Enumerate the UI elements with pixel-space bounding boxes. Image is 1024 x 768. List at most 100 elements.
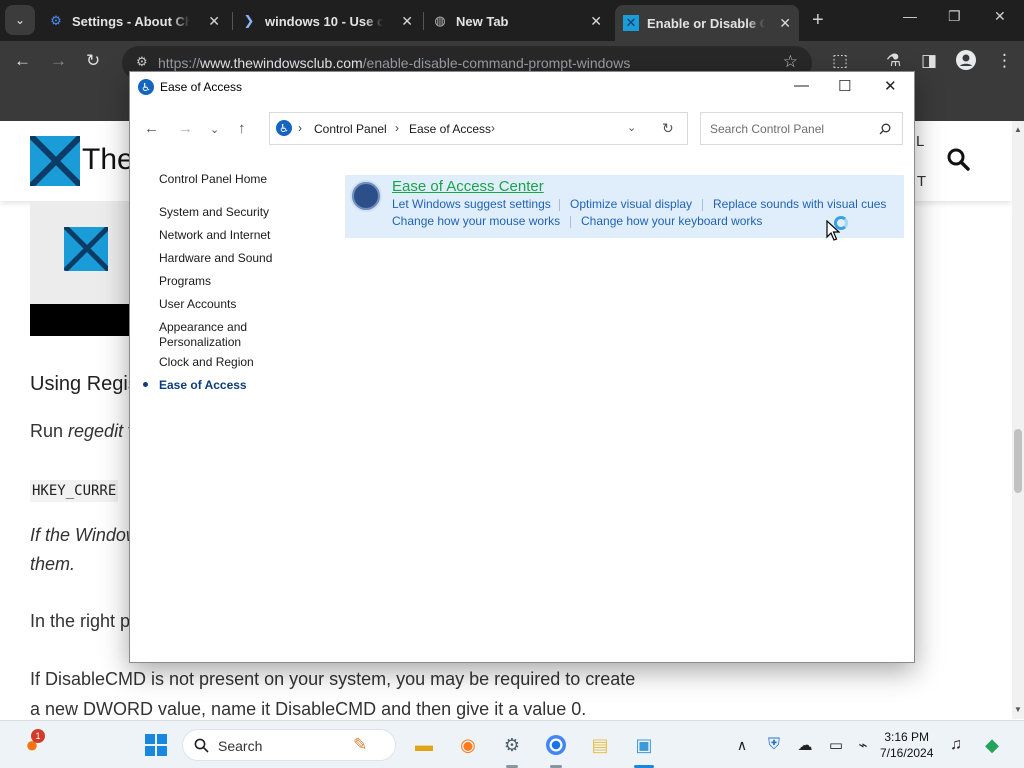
window-close-button[interactable]: ✕ — [884, 77, 897, 95]
recent-locations-chevron-icon[interactable]: ⌄ — [210, 123, 219, 136]
back-arrow-icon[interactable]: ← — [14, 51, 31, 71]
file-explorer-icon[interactable]: ▬ — [412, 733, 436, 757]
page-scrollbar[interactable]: ▲ ▼ — [1012, 121, 1024, 719]
start-windows-icon[interactable] — [145, 734, 167, 756]
article-paragraph: In the right p — [30, 611, 131, 631]
article-paragraph: If the Window — [30, 525, 139, 545]
browser-restore-button[interactable]: ❐ — [948, 8, 961, 25]
tab-enable-disable-command[interactable]: ✕ Enable or Disable Command ✕ — [615, 5, 799, 41]
breadcrumb-chevron-icon[interactable]: › — [298, 121, 302, 135]
site-search-icon[interactable] — [946, 147, 970, 171]
breadcrumb-chevron-icon[interactable]: › — [395, 121, 399, 135]
breadcrumb-control-panel[interactable]: Control Panel — [314, 122, 387, 136]
extensions-icon[interactable]: ⬚ — [832, 51, 848, 71]
address-breadcrumb-bar[interactable]: ♿ › Control Panel › Ease of Access › ⌄ ↻ — [269, 112, 688, 145]
labs-flask-icon[interactable]: ⚗ — [886, 51, 901, 71]
control-panel-window: ♿ Ease of Access — ☐ ✕ ← → ⌄ ↑ ♿ › Contr… — [129, 71, 915, 663]
window-title: Ease of Access — [160, 80, 243, 94]
sidebar-item-system-and-security[interactable]: System and Security — [159, 205, 269, 220]
new-tab-button[interactable]: + — [812, 9, 824, 32]
sidebar-control-panel-home[interactable]: Control Panel Home — [159, 172, 267, 187]
change-how-your-keyboard-works-link[interactable]: Change how your keyboard works — [581, 214, 762, 228]
sidebar-item-ease-of-access[interactable]: Ease of Access — [159, 378, 247, 393]
window-titlebar[interactable]: ♿ Ease of Access — ☐ ✕ — [130, 72, 914, 102]
browser-menu-icon[interactable]: ⋮ — [996, 51, 1013, 71]
nav-back-arrow-icon[interactable]: ← — [144, 120, 159, 137]
browser-tabstrip: ⌄ ⚙ Settings - About Chrome ✕ ❯ windows … — [0, 0, 1024, 41]
notepad-icon[interactable]: ▤ — [588, 733, 612, 757]
display-icon[interactable]: ▭ — [824, 733, 848, 757]
reload-icon[interactable]: ↻ — [86, 51, 100, 71]
let-windows-suggest-settings-link[interactable]: Let Windows suggest settings — [392, 197, 551, 211]
security-shield-icon[interactable]: ⛨ — [762, 733, 786, 757]
article-paragraph: If DisableCMD is not present on your sys… — [30, 669, 636, 689]
profile-avatar-icon[interactable] — [956, 50, 976, 75]
browser-close-button[interactable]: ✕ — [994, 8, 1006, 25]
tab-close-icon[interactable]: ✕ — [401, 13, 413, 30]
sidebar-item-programs[interactable]: Programs — [159, 274, 211, 289]
replace-sounds-with-visual-cues-link[interactable]: Replace sounds with visual cues — [713, 197, 886, 211]
nav-forward-arrow-icon[interactable]: → — [178, 120, 193, 137]
breadcrumb-ease-of-access[interactable]: Ease of Access — [409, 122, 491, 136]
browser-minimize-button[interactable]: — — [903, 8, 917, 24]
link-separator — [570, 216, 571, 228]
globe-icon: ◍ — [434, 13, 446, 28]
search-icon — [194, 738, 209, 753]
windows-club-favicon-icon: ✕ — [623, 15, 639, 31]
breadcrumb-chevron-icon[interactable]: › — [491, 121, 495, 135]
search-highlight-icon: ✎ — [353, 735, 368, 754]
tab-search-button[interactable]: ⌄ — [5, 5, 35, 35]
taskbar-search-box[interactable]: Search ✎ — [182, 729, 396, 761]
search-icon[interactable] — [879, 123, 891, 135]
show-hidden-icons-chevron[interactable]: ∧ — [730, 733, 754, 757]
scroll-up-icon[interactable]: ▲ — [1014, 125, 1022, 134]
change-how-your-mouse-works-link[interactable]: Change how your mouse works — [392, 214, 560, 228]
tab-close-icon[interactable]: ✕ — [208, 13, 220, 30]
article-paragraph: them. — [30, 554, 76, 574]
tab-close-icon[interactable]: ✕ — [779, 15, 791, 32]
link-separator — [702, 199, 703, 211]
ease-of-access-center-category: Ease of Access Center Let Windows sugges… — [345, 175, 904, 238]
tab-separator — [423, 12, 424, 30]
ease-of-access-center-icon[interactable] — [350, 180, 382, 212]
window-maximize-button[interactable]: ☐ — [838, 77, 851, 95]
side-panel-icon[interactable]: ◨ — [921, 51, 937, 71]
scrollbar-thumb[interactable] — [1014, 429, 1022, 493]
refresh-icon[interactable]: ↻ — [662, 120, 674, 137]
sidebar-item-hardware-and-sound[interactable]: Hardware and Sound — [159, 251, 272, 266]
article-image — [30, 203, 142, 336]
sidebar-item-user-accounts[interactable]: User Accounts — [159, 297, 236, 312]
tab-settings-about-chrome[interactable]: ⚙ Settings - About Chrome ✕ — [48, 7, 228, 35]
onedrive-offline-icon[interactable]: ☁ — [793, 733, 817, 757]
chrome-icon[interactable] — [544, 733, 568, 757]
notification-bell-icon[interactable]: ♫ — [944, 733, 968, 757]
link-separator — [559, 199, 560, 211]
site-info-icon[interactable]: ⚙ — [136, 54, 148, 70]
sidebar-item-network-and-internet[interactable]: Network and Internet — [159, 228, 270, 243]
search-control-panel-input[interactable]: Search Control Panel — [700, 112, 903, 145]
system-clock[interactable]: 3:16 PM 7/16/2024 — [880, 729, 933, 761]
sidebar-item-appearance-and-personalization[interactable]: Appearance and Personalization — [159, 320, 247, 350]
site-favicon-icon: ❯ — [243, 13, 255, 28]
ease-of-access-center-link[interactable]: Ease of Access Center — [392, 178, 544, 195]
site-logo-icon[interactable] — [30, 136, 80, 186]
sidebar-item-clock-and-region[interactable]: Clock and Region — [159, 355, 254, 370]
url-text[interactable]: https://www.thewindowsclub.com/enable-di… — [158, 55, 630, 71]
bookmark-star-icon[interactable]: ☆ — [783, 52, 798, 72]
scroll-down-icon[interactable]: ▼ — [1014, 705, 1022, 714]
copilot-icon[interactable]: ◆ — [980, 733, 1004, 757]
forward-arrow-icon[interactable]: → — [50, 51, 67, 71]
notification-badge: 1 — [31, 729, 45, 743]
site-name[interactable]: The — [82, 143, 134, 177]
window-minimize-button[interactable]: — — [794, 77, 809, 94]
tab-new-tab[interactable]: ◍ New Tab ✕ — [432, 7, 610, 35]
network-icon[interactable]: ⌁ — [851, 733, 875, 757]
tab-windows-10-command[interactable]: ❯ windows 10 - Use command ✕ — [241, 7, 421, 35]
tab-close-icon[interactable]: ✕ — [590, 13, 602, 30]
control-panel-icon[interactable]: ▣ — [632, 733, 656, 757]
firefox-icon[interactable]: ◉ — [456, 733, 480, 757]
settings-gear-icon[interactable]: ⚙ — [500, 733, 524, 757]
optimize-visual-display-link[interactable]: Optimize visual display — [570, 197, 692, 211]
address-dropdown-icon[interactable]: ⌄ — [627, 121, 636, 134]
nav-up-arrow-icon[interactable]: ↑ — [238, 120, 246, 137]
